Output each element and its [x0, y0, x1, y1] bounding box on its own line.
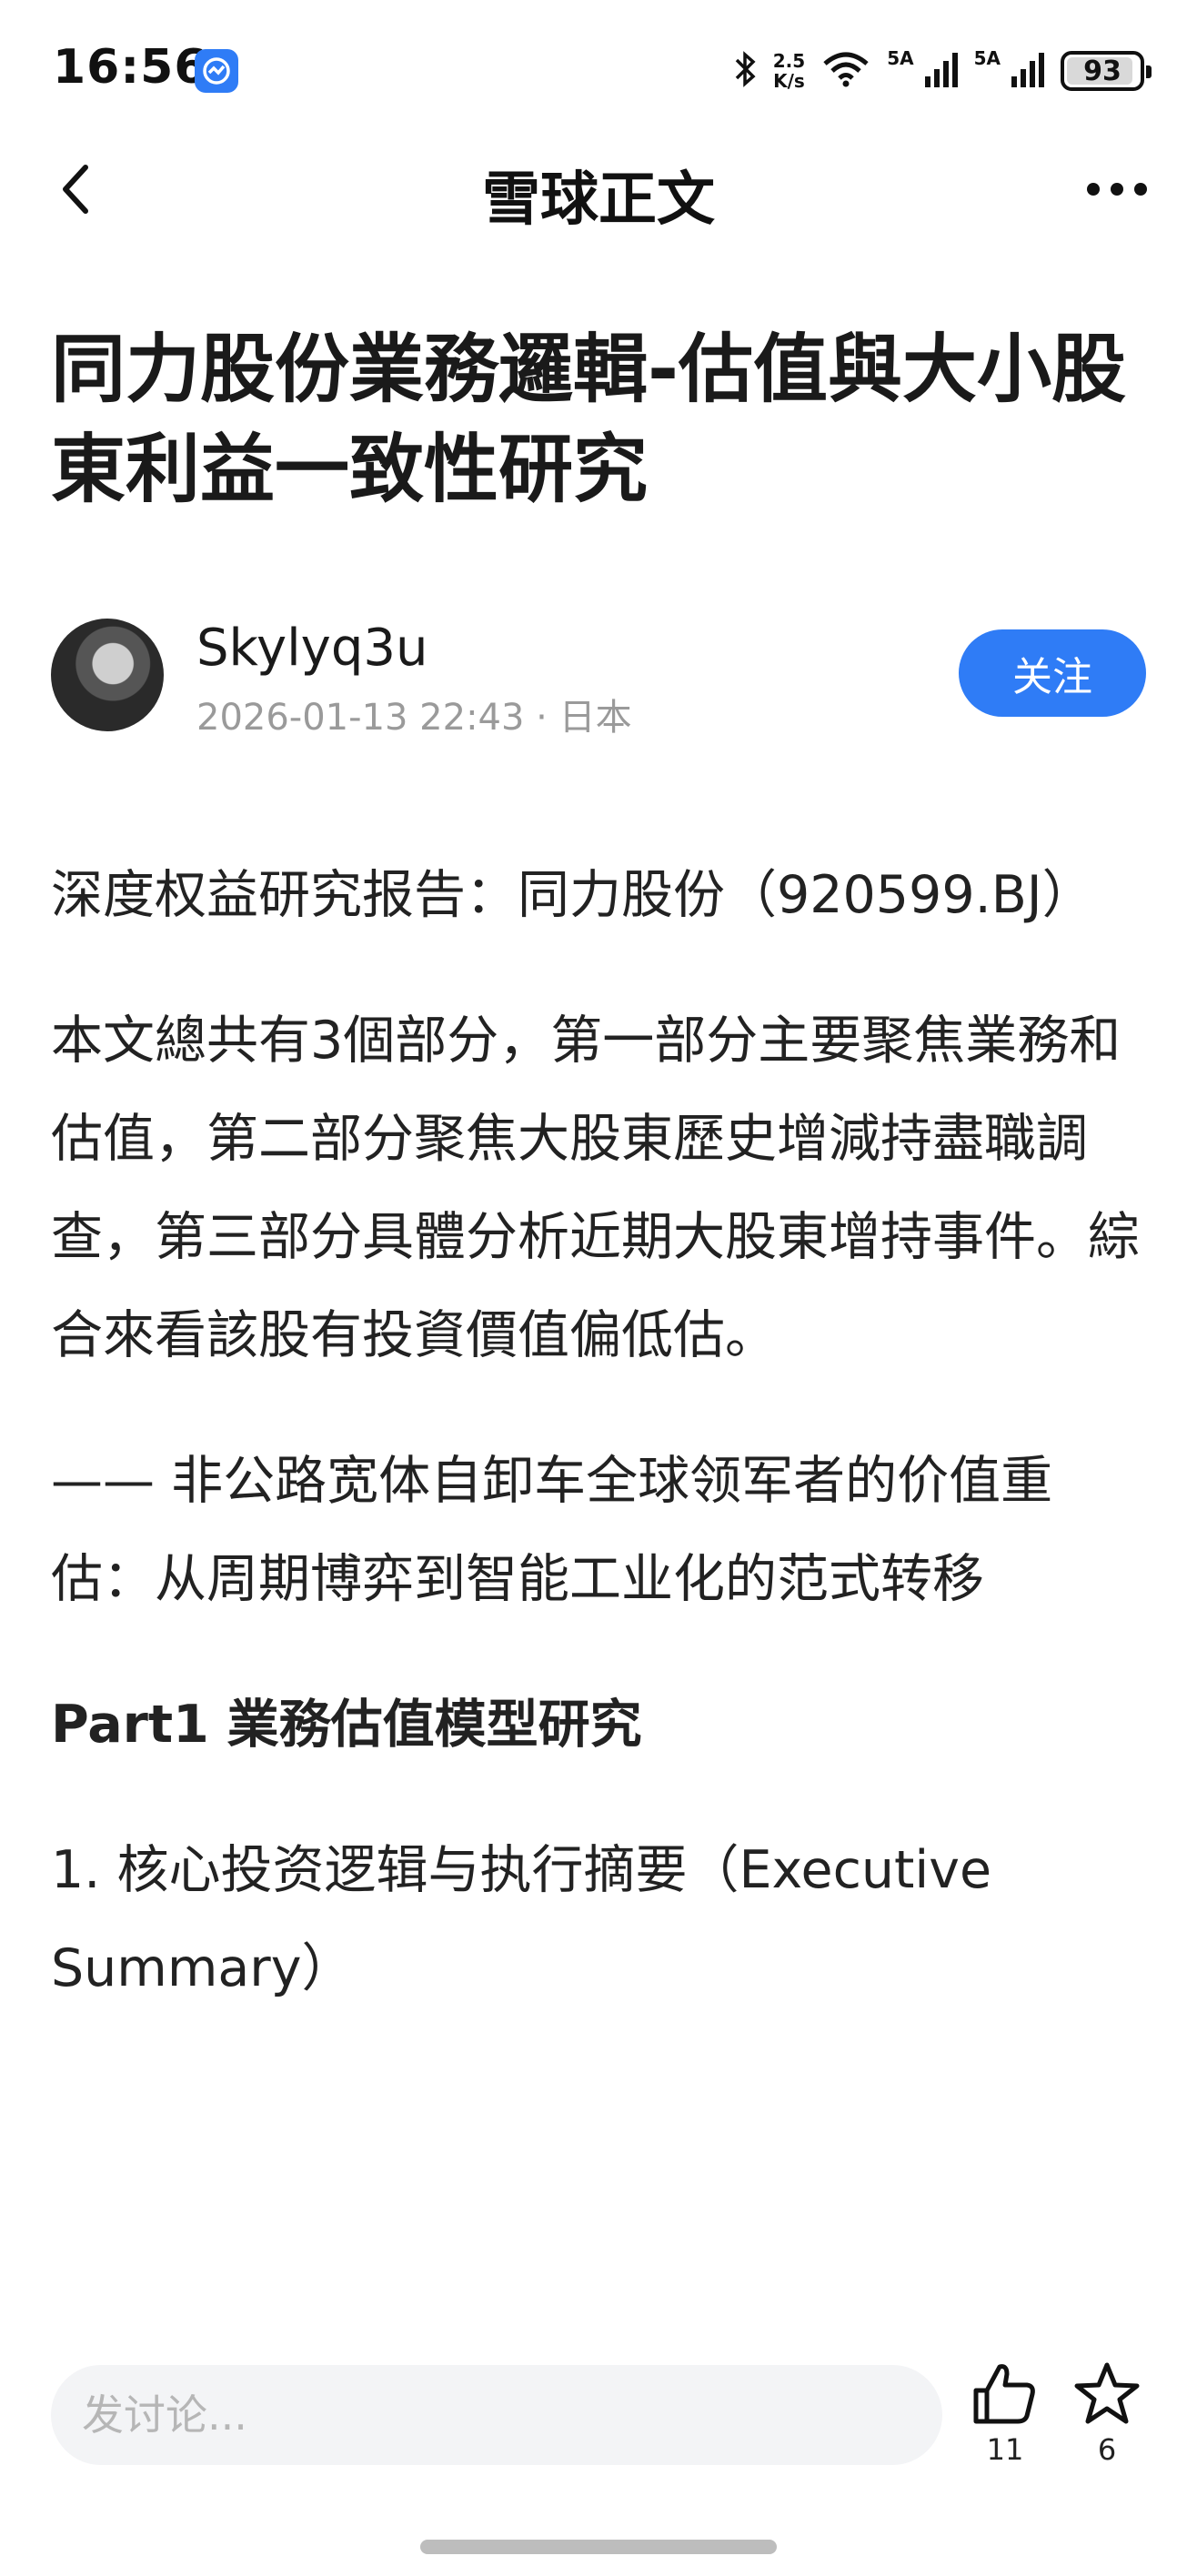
home-indicator[interactable] [420, 2540, 777, 2554]
author-name[interactable]: Skylyq3u [196, 619, 428, 678]
page-title: 雪球正文 [482, 166, 715, 234]
favorite-count: 6 [1097, 2432, 1117, 2467]
status-bar: 16:56 2.5 K/s 5A 5A 93 [0, 0, 1197, 136]
network-speed-value: 2.5 [772, 50, 806, 72]
like-button[interactable]: 11 [964, 2361, 1046, 2467]
like-count: 11 [986, 2432, 1024, 2467]
signal1-label: 5A [887, 47, 914, 69]
signal-strength-icon [924, 51, 958, 91]
favorite-button[interactable]: 6 [1066, 2361, 1148, 2467]
paragraph-summary: 本文總共有3個部分，第一部分主要聚焦業務和估值，第二部分聚焦大股東歷史增減持盡職… [51, 1011, 1140, 1365]
paragraph-executive-summary: 1. 核心投资逻辑与执行摘要（Executive Summary） [51, 1840, 992, 1998]
avatar[interactable] [51, 619, 164, 731]
section-heading: Part1 業務估值模型研究 [51, 1695, 642, 1755]
post-meta: 2026-01-13 22:43 · 日本 [196, 697, 632, 739]
wifi-icon [821, 51, 870, 91]
follow-button[interactable]: 关注 [959, 629, 1146, 717]
app-screen: 16:56 2.5 K/s 5A 5A 93 雪球正文 同力股份業務邏輯-估值與… [0, 0, 1197, 2576]
article-body: 深度权益研究报告：同力股份（920599.BJ） 本文總共有3個部分，第一部分主… [51, 846, 1152, 2065]
star-icon [1072, 2361, 1142, 2430]
nav-bar: 雪球正文 [0, 136, 1197, 246]
network-speed: 2.5 K/s [773, 51, 805, 91]
battery-indicator: 93 [1061, 51, 1152, 91]
app-notification-icon [195, 49, 238, 93]
signal-strength-icon [1011, 51, 1044, 91]
paragraph-report-heading: 深度权益研究报告：同力股份（920599.BJ） [51, 865, 1094, 925]
network-speed-unit: K/s [773, 70, 805, 92]
signal2-label: 5A [973, 47, 1001, 69]
status-indicators: 2.5 K/s 5A 5A 93 [733, 47, 1152, 95]
bluetooth-icon [733, 49, 757, 93]
status-time: 16:56 [53, 40, 208, 95]
comment-input[interactable] [51, 2365, 942, 2465]
more-horizontal-icon [1084, 180, 1150, 202]
battery-level: 93 [1083, 55, 1122, 87]
more-options-button[interactable] [1081, 158, 1153, 224]
thumbs-up-icon [971, 2361, 1040, 2430]
article-title: 同力股份業務邏輯-估值與大小股東利益一致性研究 [51, 327, 1127, 513]
paragraph-subtitle: —— 非公路宽体自卸车全球领军者的价值重估：从周期博弈到智能工业化的范式转移 [51, 1451, 1053, 1609]
author-row: Skylyq3u 2026-01-13 22:43 · 日本 关注 [51, 615, 1146, 739]
